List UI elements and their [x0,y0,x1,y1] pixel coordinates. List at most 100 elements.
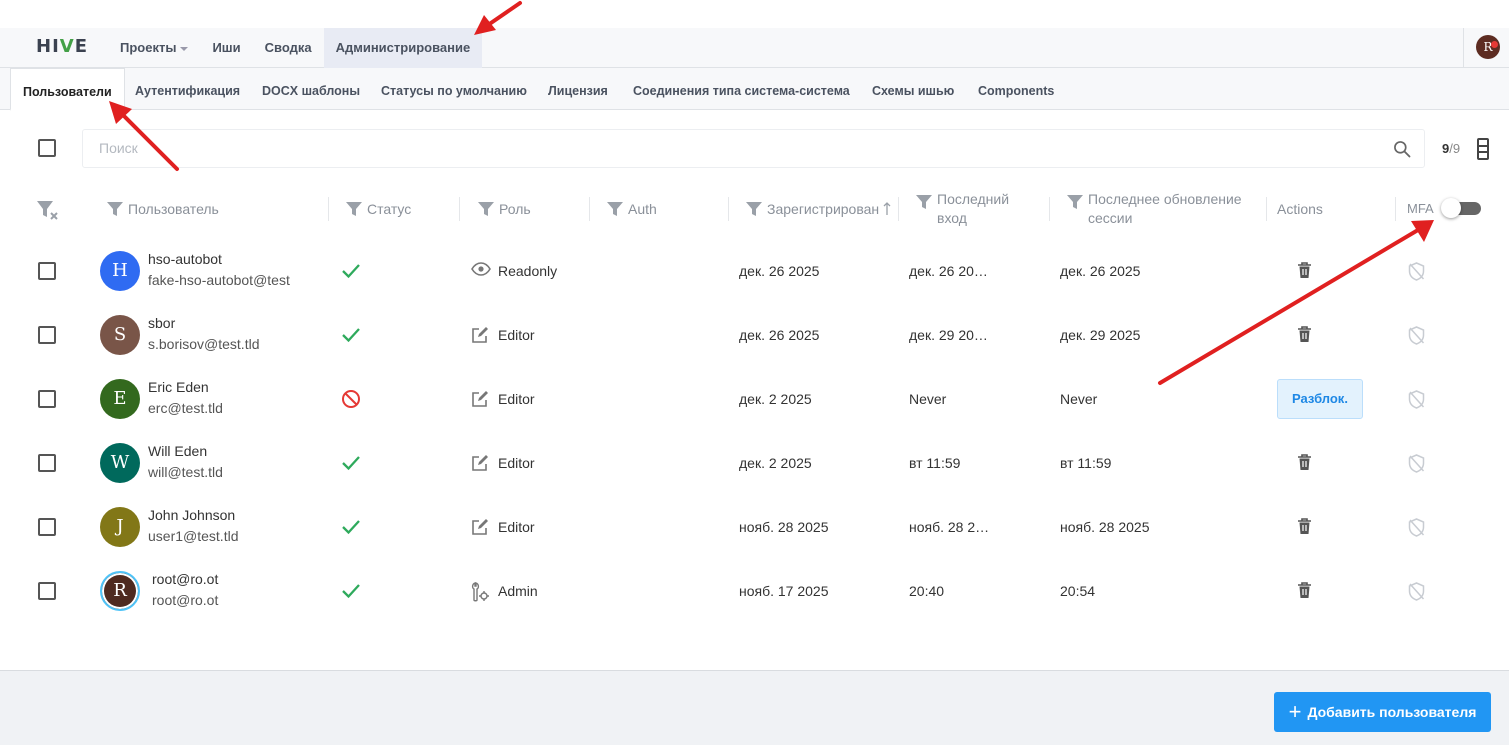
nav-projects[interactable]: Проекты [108,28,200,68]
tab-authentication[interactable]: Аутентификация [135,68,240,110]
user-email: root@ro.ot [152,592,219,608]
user-name[interactable]: Eric Eden [148,377,209,398]
last-session-update: вт 11:59 [1060,455,1112,471]
column-actions-label: Actions [1277,201,1323,217]
column-last-login-line1: Последний [937,191,1010,207]
annotation-arrow-head [1411,220,1434,242]
column-last-login[interactable]: Последний вход [916,190,1009,228]
filter-icon[interactable] [1067,194,1083,210]
filter-icon[interactable] [478,201,494,217]
divider [589,197,590,221]
registered-date: нояб. 17 2025 [739,583,829,599]
row-checkbox[interactable] [38,262,56,280]
column-status[interactable]: Статус [346,190,411,228]
avatar: E [100,379,140,419]
user-name[interactable]: hso-autobot [148,249,222,270]
row-checkbox[interactable] [38,582,56,600]
user-menu-avatar[interactable]: R [1476,35,1500,59]
user-email: s.borisov@test.tld [148,336,260,352]
user-role: Editor [498,327,535,343]
column-mfa-label: MFA [1407,201,1434,216]
column-auth[interactable]: Auth [607,190,657,228]
trash-icon[interactable] [1297,326,1312,343]
tab-users[interactable]: Пользователи [10,68,125,111]
registered-date: дек. 2 2025 [739,455,812,471]
wrench-icon [471,582,489,607]
row-checkbox[interactable] [38,454,56,472]
column-actions: Actions [1277,190,1323,228]
column-auth-label: Auth [628,201,657,217]
trash-icon[interactable] [1297,454,1312,471]
column-registered-label: Зарегистрирован [767,201,880,217]
column-role[interactable]: Роль [478,190,531,228]
divider [898,197,899,221]
divider [1266,197,1267,221]
column-last-session[interactable]: Последнее обновление сессии [1067,190,1242,228]
tab-license[interactable]: Лицензия [548,68,608,110]
trash-icon[interactable] [1297,262,1312,279]
column-user-label: Пользователь [128,201,219,217]
filter-icon[interactable] [346,201,362,217]
tab-components[interactable]: Components [978,68,1054,110]
avatar: H [100,251,140,291]
shield-off-icon [1408,582,1425,601]
user-name[interactable]: sbor [148,313,175,334]
clear-filters-icon[interactable] [36,199,60,221]
annotation-arrow [1158,228,1420,385]
row-checkbox[interactable] [38,518,56,536]
registered-date: дек. 26 2025 [739,263,820,279]
edit-icon [471,390,489,413]
avatar: R [100,571,140,611]
avatar: J [100,507,140,547]
search-icon[interactable] [1392,139,1412,159]
filter-icon[interactable] [607,201,623,217]
avatar: S [100,315,140,355]
results-total: /9 [1449,141,1461,156]
filter-icon[interactable] [107,201,123,217]
shield-off-icon [1408,262,1425,281]
app-logo[interactable]: HIVE [36,36,88,57]
last-login: 20:40 [909,583,945,599]
check-status-icon [342,456,360,471]
tab-issue-schemes[interactable]: Схемы ишью [872,68,954,110]
user-email: user1@test.tld [148,528,239,544]
shield-off-icon [1408,518,1425,537]
add-user-label: Добавить пользователя [1307,704,1477,720]
tab-system-connections[interactable]: Соединения типа система-система [633,68,850,110]
filter-icon[interactable] [916,194,932,210]
add-user-button[interactable]: + Добавить пользователя [1274,692,1491,732]
user-name[interactable]: Will Eden [148,441,207,462]
select-all-checkbox[interactable] [38,139,56,157]
nav-summary[interactable]: Сводка [253,28,324,68]
column-last-session-label: Последнее обновление сессии [1088,190,1242,228]
user-role: Editor [498,391,535,407]
user-email: erc@test.tld [148,400,223,416]
filter-icon[interactable] [746,201,762,217]
tab-default-statuses[interactable]: Статусы по умолчанию [381,68,527,110]
row-checkbox[interactable] [38,326,56,344]
trash-icon[interactable] [1297,518,1312,535]
nav-administration[interactable]: Администрирование [323,28,483,68]
registered-date: нояб. 28 2025 [739,519,829,535]
column-registered[interactable]: Зарегистрирован [746,190,892,228]
tab-docx-templates[interactable]: DOCX шаблоны [262,68,360,110]
check-status-icon [342,328,360,343]
row-density-icon[interactable] [1477,138,1489,160]
column-user[interactable]: Пользователь [107,190,219,228]
chevron-down-icon [180,46,189,51]
nav-issues[interactable]: Иши [200,28,252,68]
last-login: вт 11:59 [909,455,961,471]
sort-ascending-icon[interactable] [882,202,892,216]
user-role: Readonly [498,263,558,279]
column-last-login-label: Последний вход [937,190,1009,228]
unlock-button[interactable]: Разблок. [1277,379,1363,419]
user-name[interactable]: John Johnson [148,505,235,526]
trash-icon[interactable] [1297,582,1312,599]
search-input[interactable] [99,140,1349,156]
row-checkbox[interactable] [38,390,56,408]
mfa-toggle[interactable] [1441,198,1481,218]
last-session-update: Never [1060,391,1098,407]
divider [459,197,460,221]
user-name[interactable]: root@ro.ot [152,569,218,590]
annotation-arrows [109,1,1434,385]
